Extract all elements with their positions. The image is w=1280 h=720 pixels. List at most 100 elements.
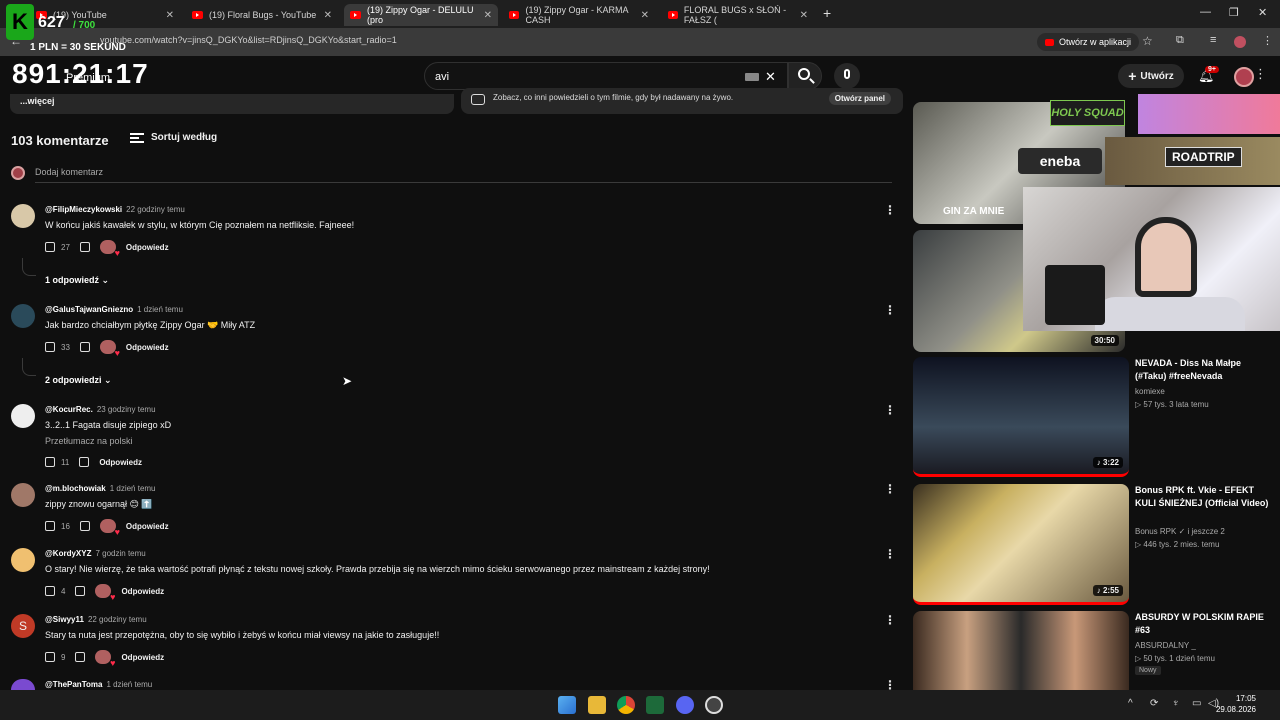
video-channel[interactable]: komiexe — [1135, 386, 1270, 398]
clear-icon[interactable]: ✕ — [765, 69, 776, 85]
dislike-icon[interactable] — [79, 457, 90, 467]
comment-author[interactable]: @ThePanToma 1 dzień temu — [45, 680, 152, 689]
reading-list-icon[interactable]: ≡ — [1210, 34, 1216, 46]
search-input[interactable]: avi ✕ — [424, 62, 788, 90]
restore-button[interactable]: ❐ — [1229, 6, 1239, 19]
close-icon[interactable]: ✕ — [484, 10, 492, 21]
like-icon[interactable] — [45, 652, 55, 662]
dislike-icon[interactable] — [79, 342, 90, 352]
description-more-link[interactable]: ...więcej — [20, 96, 55, 106]
url-field[interactable]: youtube.com/watch?v=jinsQ_DGKYo&list=RDj… — [100, 35, 397, 45]
system-clock[interactable]: 17:05 29.08.2026 — [1216, 693, 1256, 715]
like-icon[interactable] — [45, 586, 55, 596]
more-icon[interactable]: ⋮ — [1254, 66, 1267, 82]
avatar[interactable] — [11, 404, 35, 428]
reply-button[interactable]: Odpowiedz — [126, 343, 169, 352]
roadtrip-banner[interactable]: ROADTRIP — [1105, 137, 1280, 185]
comment-menu-icon[interactable]: ⋮ — [884, 614, 896, 626]
video-title[interactable]: NEVADA - Diss Na Małpe (#Taku) #freeNeva… — [1135, 357, 1270, 383]
close-icon[interactable]: ✕ — [641, 10, 649, 21]
sort-button[interactable]: Sortuj według — [130, 132, 217, 143]
avatar[interactable] — [11, 548, 35, 572]
windows-start-icon[interactable] — [558, 696, 576, 714]
bookmark-star-icon[interactable]: ☆ — [1142, 34, 1153, 48]
open-panel-button[interactable]: Otwórz panel — [828, 92, 891, 105]
tab-karma-cash[interactable]: (19) Zippy Ogar - KARMA CASH ✕ — [503, 4, 655, 26]
dislike-icon[interactable] — [75, 652, 86, 662]
avatar[interactable] — [11, 483, 35, 507]
video-thumbnail[interactable]: ♪ 2:55 — [913, 484, 1129, 605]
video-title[interactable]: ABSURDY W POLSKIM RAPIE #63 — [1135, 611, 1270, 637]
menu-dots-icon[interactable]: ⋮ — [1262, 34, 1273, 47]
reply-button[interactable]: Odpowiedz — [99, 458, 142, 467]
video-meta: ▷ 50 tys. 1 dzień temu — [1135, 654, 1215, 663]
comment-menu-icon[interactable]: ⋮ — [884, 204, 896, 216]
show-replies-button[interactable]: 1 odpowiedź ⌄ — [45, 275, 109, 286]
keyboard-icon[interactable] — [745, 73, 759, 81]
discord-icon[interactable] — [676, 696, 694, 714]
avatar[interactable] — [11, 304, 35, 328]
tab-floral-bugs[interactable]: (19) Floral Bugs - YouTube ✕ — [186, 4, 338, 26]
network-icon[interactable]: ▭ — [1192, 698, 1201, 709]
video-thumbnail[interactable]: ♪ 3:22 — [913, 357, 1129, 477]
reply-button[interactable]: Odpowiedz — [126, 243, 169, 252]
description-box[interactable]: ...więcej — [10, 94, 454, 114]
profile-avatar[interactable] — [1234, 36, 1246, 48]
like-icon[interactable] — [45, 521, 55, 531]
reply-button[interactable]: Odpowiedz — [121, 587, 164, 596]
comment-author[interactable]: @KordyXYZ 7 godzin temu — [45, 549, 146, 558]
like-icon[interactable] — [45, 242, 55, 252]
microphone — [1045, 265, 1105, 325]
comment-author[interactable]: @m.blochowiak 1 dzień temu — [45, 484, 156, 493]
tab-delulu[interactable]: (19) Zippy Ogar - DELULU (pro ✕ — [344, 4, 498, 26]
mic-icon[interactable]: ♆ — [1172, 698, 1180, 709]
tab-falsz[interactable]: FLORAL BUGS x SŁOŃ - FAŁSZ ( ✕ — [662, 4, 814, 26]
user-avatar — [11, 166, 25, 180]
voice-search-button[interactable] — [834, 63, 860, 89]
add-comment-input[interactable]: Dodaj komentarz — [35, 167, 103, 177]
minimize-button[interactable]: — — [1200, 6, 1211, 18]
comment-menu-icon[interactable]: ⋮ — [884, 404, 896, 416]
file-explorer-icon[interactable] — [588, 696, 606, 714]
account-avatar[interactable] — [1234, 67, 1254, 87]
chevron-up-icon[interactable]: ^ — [1128, 698, 1133, 709]
show-replies-button[interactable]: 2 odpowiedzi ⌄ — [45, 375, 112, 386]
open-in-app-button[interactable]: Otwórz w aplikacji — [1037, 33, 1140, 51]
excel-icon[interactable] — [646, 696, 664, 714]
app-icon[interactable] — [705, 696, 723, 714]
like-icon[interactable] — [45, 342, 55, 352]
reply-button[interactable]: Odpowiedz — [126, 522, 169, 531]
dislike-icon[interactable] — [75, 586, 86, 596]
comment-menu-icon[interactable]: ⋮ — [884, 304, 896, 316]
comment-author[interactable]: @KocurRec. 23 godziny temu — [45, 405, 156, 414]
video-channel[interactable]: ABSURDALNY _ — [1135, 640, 1270, 652]
comment-menu-icon[interactable]: ⋮ — [884, 483, 896, 495]
close-window-button[interactable]: ✕ — [1258, 6, 1267, 19]
close-icon[interactable]: ✕ — [800, 10, 808, 21]
translate-link[interactable]: Przetłumacz na polski — [45, 436, 133, 446]
close-icon[interactable]: ✕ — [324, 10, 332, 21]
avatar[interactable] — [11, 679, 35, 690]
like-icon[interactable] — [45, 457, 55, 467]
comment-menu-icon[interactable]: ⋮ — [884, 548, 896, 560]
create-button[interactable]: + Utwórz — [1118, 64, 1184, 88]
chrome-icon[interactable] — [617, 696, 635, 714]
dislike-icon[interactable] — [79, 242, 90, 252]
close-icon[interactable]: ✕ — [166, 10, 174, 21]
reply-button[interactable]: Odpowiedz — [121, 653, 164, 662]
ad-banner[interactable] — [1138, 94, 1280, 134]
sync-icon[interactable]: ⟳ — [1150, 698, 1158, 709]
avatar[interactable] — [11, 204, 35, 228]
video-channel[interactable]: Bonus RPK ✓ i jeszcze 2 — [1135, 526, 1270, 538]
comment-author[interactable]: @FilipMieczykowski 22 godziny temu — [45, 205, 185, 214]
comment-author[interactable]: @GalusTajwanGniezno 1 dzień temu — [45, 305, 183, 314]
extensions-icon[interactable]: ⧉ — [1176, 34, 1184, 47]
avatar[interactable]: S — [11, 614, 35, 638]
video-thumbnail[interactable] — [913, 611, 1129, 690]
comment-menu-icon[interactable]: ⋮ — [884, 679, 896, 691]
comment-author[interactable]: @Siwyy11 22 godziny temu — [45, 615, 147, 624]
new-tab-button[interactable]: + — [823, 5, 831, 21]
video-title[interactable]: Bonus RPK ft. Vkie - EFEKT KULI ŚNIEŻNEJ… — [1135, 484, 1270, 510]
dislike-icon[interactable] — [79, 521, 90, 531]
search-button[interactable] — [788, 62, 822, 90]
